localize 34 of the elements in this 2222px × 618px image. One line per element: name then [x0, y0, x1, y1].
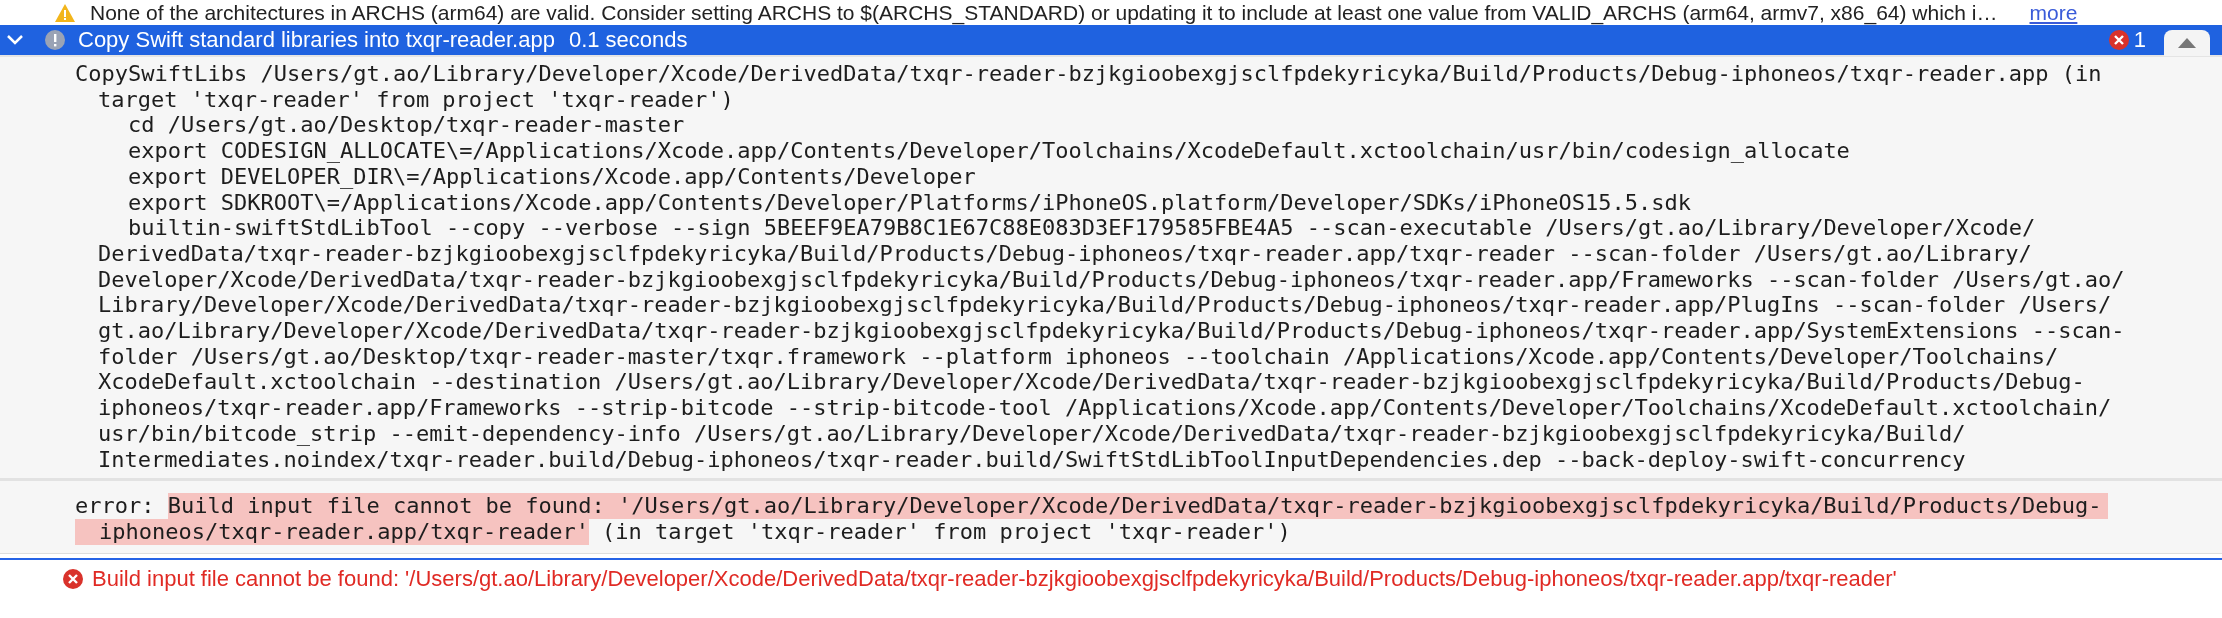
log-line: iphoneos/txqr-reader.app/Frameworks --strip-bitcode --strip-bitcode-tool /Applications/Xcode.app/Contents/Developer/Toolchains/XcodeDefault.xctoolchain/ — [98, 395, 2112, 421]
error-highlight: iphoneos/txqr-reader.app/txqr-reader' — [75, 518, 590, 545]
alert-icon — [44, 29, 66, 51]
triangle-icon — [2177, 37, 2197, 49]
warning-icon — [54, 2, 76, 23]
error-context: (in target 'txqr-reader' from project 'txqr-reader') — [602, 518, 1291, 545]
scroll-up-button[interactable] — [2164, 30, 2210, 56]
build-step-header[interactable]: Copy Swift standard libraries into txqr-reader.app 0.1 seconds 1 — [0, 25, 2222, 55]
more-link[interactable]: more — [2029, 0, 2078, 25]
error-icon — [2107, 29, 2130, 51]
issue-message[interactable]: Build input file cannot be found: '/Users/gt.ao/Library/Developer/Xcode/DerivedData/txqr-reader-bzjkgioobexgjsclfpdekyricyka/Build/Products/Debug-iphoneos/txqr-reader.app/txqr-reader' — [92, 565, 1897, 592]
log-line: usr/bin/bitcode_strip --emit-dependency-info /Users/gt.ao/Library/Developer/Xcode/DerivedData/txqr-reader-bzjkgioobexgjsclfpdekyricyka/Build/ — [98, 420, 1966, 446]
log-line: export DEVELOPER_DIR\=/Applications/Xcode.app/Contents/Developer — [128, 163, 976, 189]
error-icon — [62, 567, 84, 590]
log-line: export SDKROOT\=/Applications/Xcode.app/Contents/Developer/Platforms/iPhoneOS.platform/Developer/SDKs/iPhoneOS15.5.sdk — [128, 189, 1691, 215]
error-label: error: — [75, 493, 156, 519]
log-line: CopySwiftLibs /Users/gt.ao/Library/Developer/Xcode/DerivedData/txqr-reader-bzjkgioobexgjsclfpdekyricyka/Build/Products/Debug-iphoneos/txqr-reader.app (in — [75, 61, 2102, 86]
step-duration: 0.1 seconds — [568, 27, 688, 53]
error-highlight: Build input file cannot be found: '/Users/gt.ao/Library/Developer/Xcode/DerivedData/txqr-reader-bzjkgioobexgjsclfpdekyricyka/Build/Products/Debug- — [167, 493, 2108, 519]
log-line: Developer/Xcode/DerivedData/txqr-reader-bzjkgioobexgjsclfpdekyricyka/Build/Products/Debug-iphoneos/txqr-reader.app/Frameworks --scan-folder /Users/gt.ao/ — [98, 266, 2125, 292]
warning-message: None of the architectures in ARCHS (arm64) are valid. Consider setting ARCHS to $(ARCHS_STANDARD) or updating it to include at least one value from VALID_ARCHS (arm64, armv7, x86_64) which i… — [90, 0, 1998, 25]
log-line: export CODESIGN_ALLOCATE\=/Applications/Xcode.app/Contents/Developer/Toolchains/XcodeDefault.xctoolchain/usr/bin/codesign_allocate — [128, 138, 1850, 164]
log-line: Intermediates.noindex/txqr-reader.build/Debug-iphoneos/txqr-reader.build/SwiftStdLibToolInputDependencies.dep --back-deploy-swift-concurrency — [98, 446, 1966, 472]
log-line: XcodeDefault.xctoolchain --destination /Users/gt.ao/Library/Developer/Xcode/DerivedData/txqr-reader-bzjkgioobexgjsclfpdekyricyka/Build/Products/Debug- — [98, 369, 2085, 395]
chevron-icon[interactable] — [6, 34, 24, 46]
error-count: 1 — [2133, 27, 2146, 53]
log-line: Library/Developer/Xcode/DerivedData/txqr-reader-bzjkgioobexgjsclfpdekyricyka/Build/Products/Debug-iphoneos/txqr-reader.app/PlugIns --scan-folder /Users/ — [98, 292, 2112, 318]
log-line: target 'txqr-reader' from project 'txqr-reader') — [98, 86, 734, 112]
log-line: gt.ao/Library/Developer/Xcode/DerivedData/txqr-reader-bzjkgioobexgjsclfpdekyricyka/Build/Products/Debug-iphoneos/txqr-reader.app/SystemExtensions --scan- — [98, 318, 2125, 344]
log-line: folder /Users/gt.ao/Desktop/txqr-reader-master/txqr.framework --platform iphoneos --toolchain /Applications/Xcode.app/Contents/Developer/Toolchains/ — [98, 343, 2059, 369]
log-line: DerivedData/txqr-reader-bzjkgioobexgjsclfpdekyricyka/Build/Products/Debug-iphoneos/txqr-reader.app/txqr-reader --scan-folder /Users/gt.ao/Library/ — [98, 240, 2032, 266]
log-line: cd /Users/gt.ao/Desktop/txqr-reader-master — [128, 112, 685, 138]
step-title: Copy Swift standard libraries into txqr-reader.app — [78, 27, 555, 53]
log-line: builtin-swiftStdLibTool --copy --verbose --sign 5BEEF9EA79B8C1E67C88E083D3EF179585FBE4A5 --scan-executable /Users/gt.ao/Library/Developer/Xcode/ — [128, 215, 2036, 241]
